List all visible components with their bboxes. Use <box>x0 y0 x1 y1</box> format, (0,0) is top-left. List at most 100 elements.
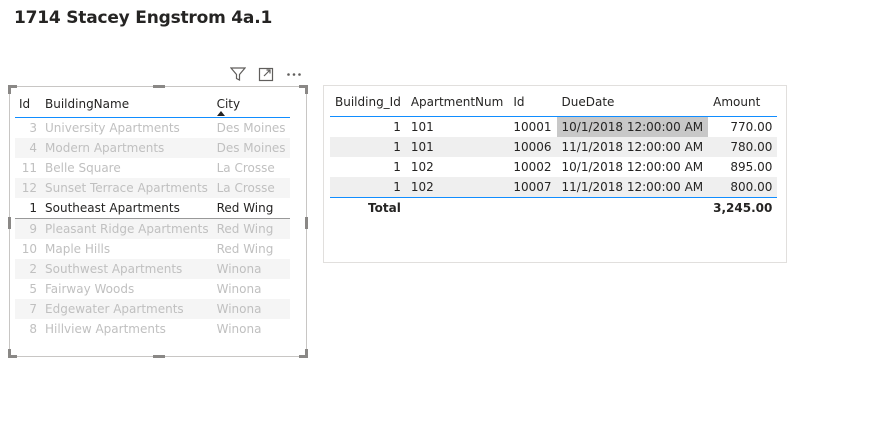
total-empty <box>556 197 709 218</box>
table-row[interactable]: 1 102 10007 11/1/2018 12:00:00 AM 800.00 <box>330 177 778 198</box>
cell-apartmentnum: 102 <box>405 177 509 198</box>
cell-buildingname: Belle Square <box>45 161 121 175</box>
cell-apartmentnum: 101 <box>410 120 434 134</box>
cell-buildingname: Pleasant Ridge Apartments <box>41 218 213 239</box>
invoices-table-visual[interactable]: Building_Id ApartmentNum Id DueDate Amou… <box>323 85 787 263</box>
cell-city: La Crosse <box>212 178 290 198</box>
cell-city: Des Moines <box>216 121 286 135</box>
focus-mode-icon[interactable] <box>256 65 276 83</box>
total-label: Total <box>330 197 406 218</box>
cell-duedate: 10/1/2018 12:00:00 AM <box>561 160 704 174</box>
cell-buildingname: Maple Hills <box>45 242 111 256</box>
cell-id: 5 <box>29 282 37 296</box>
column-header-id[interactable]: Id <box>15 91 41 118</box>
cell-buildingname: University Apartments <box>45 121 180 135</box>
cell-apartmentnum: 101 <box>405 137 509 157</box>
table-row[interactable]: 2 Southwest Apartments Winona <box>15 259 290 279</box>
cell-buildingname: Southeast Apartments <box>41 198 213 219</box>
cell-city: Winona <box>216 322 262 336</box>
total-amount: 3,245.00 <box>708 197 778 218</box>
table-row[interactable]: 1 101 10001 10/1/2018 12:00:00 AM 770.00 <box>330 116 777 137</box>
cell-id: 10007 <box>508 177 557 198</box>
cell-id: 10006 <box>508 137 557 157</box>
cell-buildingname: Modern Apartments <box>41 138 213 158</box>
table-row[interactable]: 1 Southeast Apartments Red Wing <box>15 198 290 219</box>
cell-id: 12 <box>15 178 41 198</box>
buildings-table: Id BuildingName City 3 University Apartme… <box>15 91 290 339</box>
cell-buildingname: Sunset Terrace Apartments <box>41 178 213 198</box>
cell-id: 11 <box>21 161 37 175</box>
resize-handle-top[interactable] <box>153 85 165 88</box>
table-row[interactable]: 7 Edgewater Apartments Winona <box>15 299 290 319</box>
filter-icon[interactable] <box>228 65 248 83</box>
cell-city: Des Moines <box>212 138 290 158</box>
column-header-amount[interactable]: Amount <box>708 88 778 117</box>
column-header-city[interactable]: City <box>212 91 290 118</box>
total-empty <box>405 197 509 218</box>
sort-ascending-icon <box>216 111 225 116</box>
table-header-row: Id BuildingName City <box>15 91 290 118</box>
cell-id: 10001 <box>513 120 552 134</box>
column-header-building-id[interactable]: Building_Id <box>330 88 406 117</box>
column-header-duedate[interactable]: DueDate <box>556 88 709 117</box>
cell-buildingname: Hillview Apartments <box>45 322 166 336</box>
cell-amount: 800.00 <box>708 177 778 198</box>
cell-duedate: 10/1/2018 12:00:00 AM <box>556 116 709 137</box>
resize-handle-bottom-right[interactable] <box>299 349 308 358</box>
cell-id: 9 <box>15 218 41 239</box>
column-header-buildingname[interactable]: BuildingName <box>41 91 213 118</box>
cell-buildingname: Edgewater Apartments <box>41 299 213 319</box>
cell-id: 7 <box>15 299 41 319</box>
table-row[interactable]: 12 Sunset Terrace Apartments La Crosse <box>15 178 290 198</box>
table-row[interactable]: 3 University Apartments Des Moines <box>15 118 290 139</box>
resize-handle-right[interactable] <box>305 217 308 229</box>
total-empty <box>508 197 557 218</box>
column-header-apartmentnum[interactable]: ApartmentNum <box>405 88 509 117</box>
more-options-icon[interactable] <box>284 65 304 83</box>
cell-building-id: 1 <box>330 137 406 157</box>
cell-duedate: 11/1/2018 12:00:00 AM <box>556 177 709 198</box>
total-row: Total 3,245.00 <box>330 197 778 218</box>
cell-duedate: 11/1/2018 12:00:00 AM <box>556 137 709 157</box>
cell-buildingname: Southwest Apartments <box>41 259 213 279</box>
cell-apartmentnum: 102 <box>410 160 434 174</box>
cell-id: 3 <box>29 121 37 135</box>
cell-building-id: 1 <box>393 160 401 174</box>
page-title: 1714 Stacey Engstrom 4a.1 <box>14 8 273 28</box>
table-row[interactable]: 10 Maple Hills Red Wing <box>15 239 290 259</box>
cell-amount: 780.00 <box>708 137 778 157</box>
cell-id: 10002 <box>513 160 552 174</box>
column-header-id[interactable]: Id <box>508 88 557 117</box>
cell-city: Winona <box>212 259 290 279</box>
resize-handle-bottom-left[interactable] <box>8 349 17 358</box>
cell-buildingname: Fairway Woods <box>45 282 135 296</box>
cell-id: 1 <box>15 198 41 219</box>
resize-handle-left[interactable] <box>8 217 11 229</box>
table-header-row: Building_Id ApartmentNum Id DueDate Amou… <box>330 88 778 117</box>
cell-building-id: 1 <box>393 120 401 134</box>
cell-amount: 895.00 <box>730 160 773 174</box>
cell-id: 8 <box>29 322 37 336</box>
cell-city: La Crosse <box>216 161 275 175</box>
visual-header <box>228 64 304 84</box>
table-row[interactable]: 1 102 10002 10/1/2018 12:00:00 AM 895.00 <box>330 157 777 177</box>
cell-amount: 770.00 <box>730 120 773 134</box>
cell-city: Red Wing <box>212 218 290 239</box>
cell-city: Red Wing <box>216 242 274 256</box>
cell-id: 2 <box>15 259 41 279</box>
table-row[interactable]: 4 Modern Apartments Des Moines <box>15 138 290 158</box>
cell-city: Winona <box>212 299 290 319</box>
table-row[interactable]: 1 101 10006 11/1/2018 12:00:00 AM 780.00 <box>330 137 778 157</box>
column-header-city-label: City <box>216 97 241 111</box>
cell-city: Red Wing <box>212 198 290 219</box>
table-row[interactable]: 9 Pleasant Ridge Apartments Red Wing <box>15 218 290 239</box>
invoices-table: Building_Id ApartmentNum Id DueDate Amou… <box>330 88 778 218</box>
resize-handle-top-right[interactable] <box>299 85 308 94</box>
table-row[interactable]: 8 Hillview Apartments Winona <box>15 319 290 339</box>
table-row[interactable]: 11 Belle Square La Crosse <box>15 158 290 178</box>
buildings-table-visual[interactable]: Id BuildingName City 3 University Apartme… <box>8 85 308 358</box>
resize-handle-bottom[interactable] <box>153 355 165 358</box>
cell-building-id: 1 <box>330 177 406 198</box>
cell-id: 10 <box>21 242 37 256</box>
table-row[interactable]: 5 Fairway Woods Winona <box>15 279 290 299</box>
